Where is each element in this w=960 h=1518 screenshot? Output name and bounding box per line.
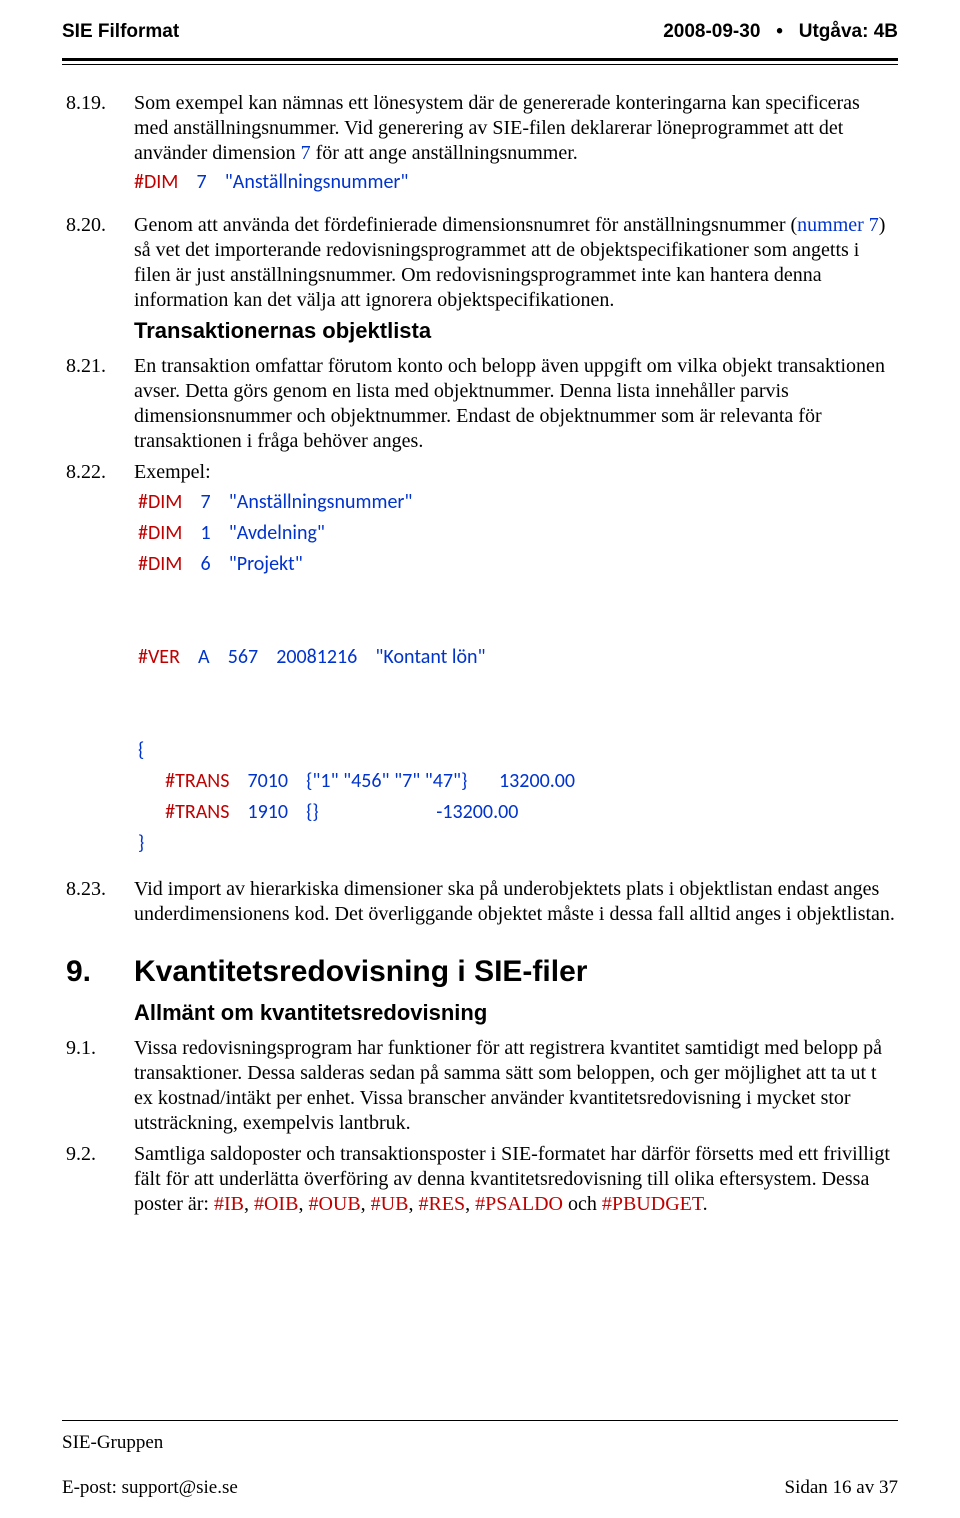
code-value: -13200.00 (436, 800, 518, 824)
item-number: 9.2. (66, 1142, 134, 1219)
text: Vid import av hierarkiska dimensioner sk… (134, 877, 898, 927)
code-value: "Projekt" (229, 552, 303, 576)
para-8-23: 8.23. Vid import av hierarkiska dimensio… (66, 877, 898, 929)
item-number: 8.21. (66, 354, 134, 456)
item-text: Vid import av hierarkiska dimensioner sk… (134, 877, 898, 929)
para-8-20: 8.20. Genom att använda det fördefiniera… (66, 213, 898, 351)
header-date: 2008-09-30 (663, 21, 760, 42)
brace: } (138, 831, 144, 855)
footer-group: SIE-Gruppen (62, 1431, 898, 1455)
code-value: 7 (197, 170, 207, 194)
inline-code: #PSALDO (475, 1193, 563, 1215)
code-value: 20081216 (276, 645, 357, 669)
text: En transaktion omfattar förutom konto oc… (134, 354, 898, 454)
code-value: 6 (201, 552, 211, 576)
inline-code: nummer 7 (797, 214, 879, 236)
and: och (563, 1193, 602, 1215)
para-9-1: 9.1. Vissa redovisningsprogram har funkt… (66, 1036, 898, 1138)
code-value: "Anställningsnummer" (229, 490, 413, 514)
code-value: 7010 (247, 769, 288, 793)
code-block: #DIM 7 "Anställningsnummer" #DIM 1 "Avde… (138, 487, 898, 859)
page-header: SIE Filformat 2008-09-30 • Utgåva: 4B (62, 20, 898, 50)
code-value: 567 (228, 645, 258, 669)
heading-number: 9. (66, 953, 134, 991)
sep: , (361, 1193, 371, 1215)
item-text: Som exempel kan nämnas ett lönesystem dä… (134, 91, 898, 209)
item-number: 8.20. (66, 213, 134, 351)
code-line: #DIM 7 "Anställningsnummer" (134, 170, 898, 195)
code-value: 13200.00 (499, 769, 575, 793)
para-8-21: 8.21. En transaktion omfattar förutom ko… (66, 354, 898, 456)
para-8-22: 8.22. Exempel: (66, 460, 898, 487)
keyword: #TRANS (165, 800, 229, 824)
keyword: #DIM (134, 170, 178, 194)
item-number: 8.23. (66, 877, 134, 929)
header-bullet: • (776, 21, 783, 42)
brace: { (138, 738, 144, 762)
page-footer: SIE-Gruppen E-post: support@sie.se Sidan… (62, 1420, 898, 1501)
header-right: 2008-09-30 • Utgåva: 4B (663, 20, 898, 44)
inline-code: #OUB (308, 1193, 360, 1215)
sep: , (465, 1193, 475, 1215)
keyword: #VER (138, 645, 180, 669)
text: Exempel: (134, 460, 898, 485)
item-text: Samtliga saldoposter och transaktionspos… (134, 1142, 898, 1219)
text: för att ange anställningsnummer. (311, 142, 578, 164)
inline-code: 7 (301, 142, 311, 164)
inline-code: #UB (371, 1193, 409, 1215)
subheading: Allmänt om kvantitetsredovisning (134, 999, 898, 1027)
subheading: Transaktionernas objektlista (134, 317, 898, 345)
item-text: Vissa redovisningsprogram har funktioner… (134, 1036, 898, 1138)
keyword: #TRANS (165, 769, 229, 793)
sep: , (298, 1193, 308, 1215)
heading-title: Kvantitetsredovisning i SIE-filer (134, 953, 898, 991)
code-value: {} (306, 800, 319, 824)
code-value: 1 (201, 521, 211, 545)
item-text: Exempel: (134, 460, 898, 487)
code-value: "Kontant lön" (375, 645, 485, 669)
keyword: #DIM (138, 490, 182, 514)
para-8-19: 8.19. Som exempel kan nämnas ett lönesys… (66, 91, 898, 209)
sep: , (408, 1193, 418, 1215)
heading-9: 9. Kvantitetsredovisning i SIE-filer All… (66, 933, 898, 1032)
code-value: 7 (201, 490, 211, 514)
header-left: SIE Filformat (62, 20, 179, 44)
inline-code: #OIB (254, 1193, 298, 1215)
inline-code: #PBUDGET (602, 1193, 703, 1215)
code-value: {"1" "456" "7" "47"} (306, 769, 467, 793)
text: Genom att använda det fördefinierade dim… (134, 214, 797, 236)
item-text: Genom att använda det fördefinierade dim… (134, 213, 898, 351)
inline-code: #RES (418, 1193, 465, 1215)
footer-email: E-post: support@sie.se (62, 1476, 238, 1500)
footer-rule (62, 1420, 898, 1421)
header-edition: Utgåva: 4B (799, 21, 898, 42)
code-value: 1910 (247, 800, 288, 824)
item-number: 8.22. (66, 460, 134, 487)
code-value: "Anställningsnummer" (225, 170, 409, 194)
sep: , (244, 1193, 254, 1215)
header-rule-thin (62, 64, 898, 65)
inline-code: #IB (214, 1193, 244, 1215)
item-number: 9.1. (66, 1036, 134, 1138)
text: Vissa redovisningsprogram har funktioner… (134, 1036, 898, 1136)
page-content: 8.19. Som exempel kan nämnas ett lönesys… (62, 91, 898, 1220)
keyword: #DIM (138, 552, 182, 576)
para-9-2: 9.2. Samtliga saldoposter och transaktio… (66, 1142, 898, 1219)
end: . (703, 1193, 708, 1215)
keyword: #DIM (138, 521, 182, 545)
footer-page: Sidan 16 av 37 (785, 1476, 898, 1500)
header-rule-thick (62, 58, 898, 61)
code-value: A (198, 645, 210, 669)
code-value: "Avdelning" (229, 521, 325, 545)
item-number: 8.19. (66, 91, 134, 209)
item-text: En transaktion omfattar förutom konto oc… (134, 354, 898, 456)
